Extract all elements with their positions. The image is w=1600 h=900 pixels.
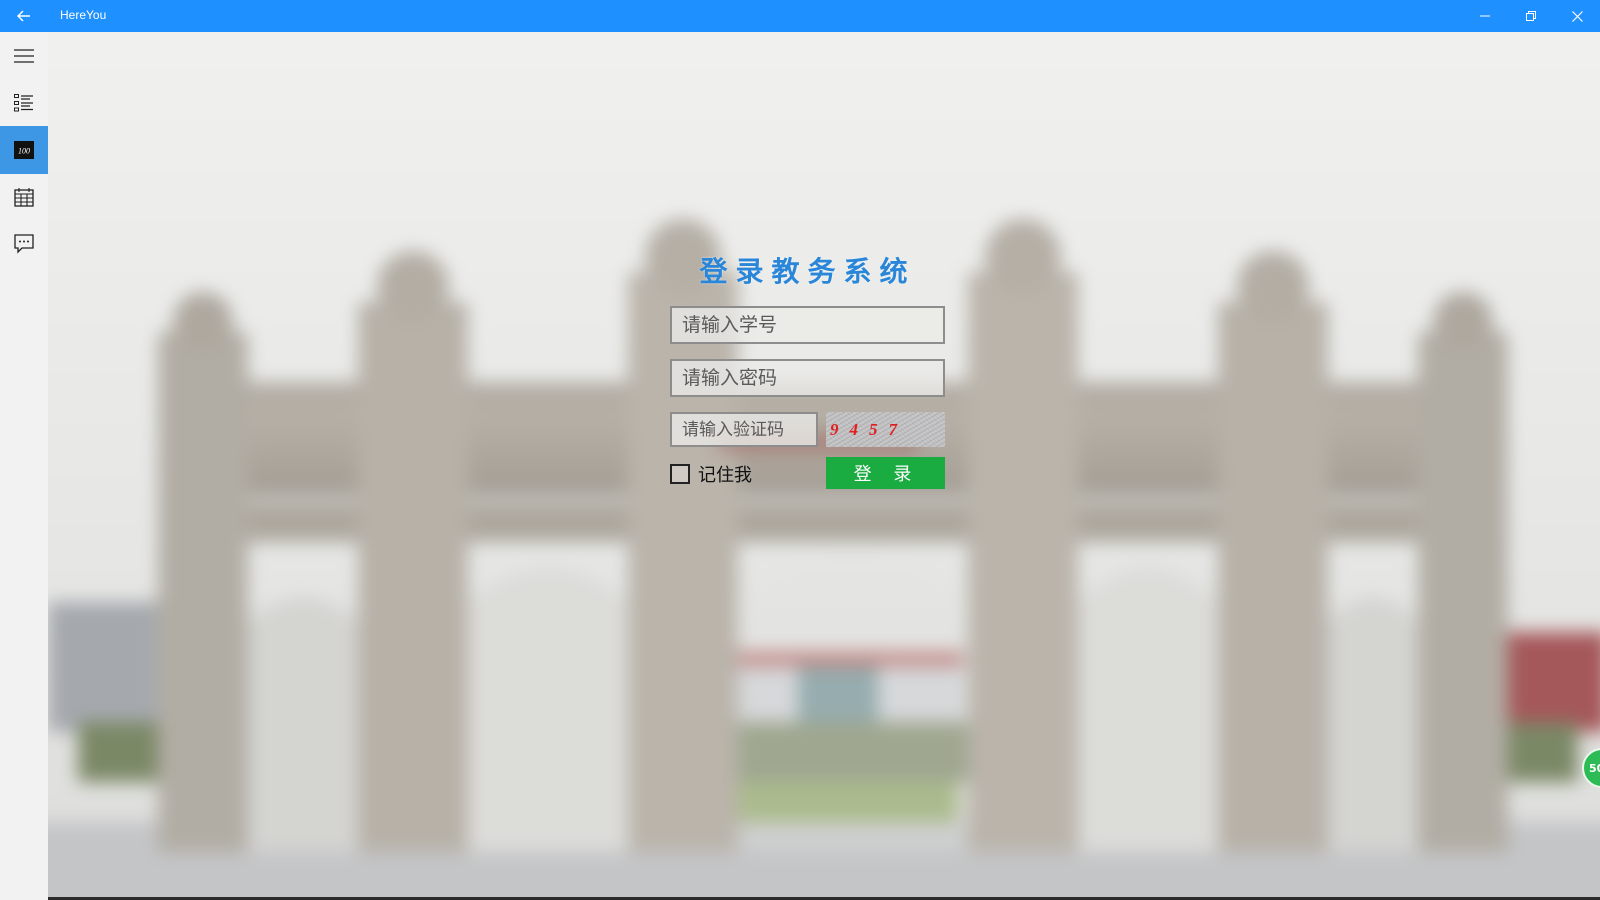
restore-icon bbox=[1526, 11, 1536, 21]
nav-item-messages[interactable] bbox=[0, 220, 48, 268]
background-image bbox=[48, 32, 1600, 900]
nav-sidebar: 100 bbox=[0, 32, 48, 900]
arrow-left-icon bbox=[17, 10, 30, 22]
hamburger-icon bbox=[14, 49, 34, 63]
password-input[interactable] bbox=[670, 359, 945, 397]
score-100-icon: 100 bbox=[14, 141, 34, 159]
restore-button[interactable] bbox=[1508, 0, 1554, 32]
nav-item-calendar[interactable] bbox=[0, 173, 48, 221]
remember-me-label: 记住我 bbox=[698, 465, 752, 486]
captcha-input[interactable] bbox=[670, 412, 818, 447]
back-button[interactable] bbox=[10, 4, 38, 28]
floating-badge-text: 50 bbox=[1589, 761, 1600, 775]
captcha-image[interactable]: 9457 bbox=[826, 412, 945, 447]
hamburger-menu-button[interactable] bbox=[0, 32, 48, 80]
calendar-icon bbox=[14, 188, 34, 207]
checklist-icon bbox=[14, 94, 33, 112]
minimize-button[interactable] bbox=[1462, 0, 1508, 32]
title-bar: HereYou bbox=[0, 0, 1600, 32]
svg-text:100: 100 bbox=[18, 147, 30, 156]
student-id-input[interactable] bbox=[670, 306, 945, 344]
remember-me-checkbox[interactable]: 记住我 bbox=[670, 462, 752, 486]
checkbox-box[interactable] bbox=[670, 464, 690, 484]
chat-icon bbox=[14, 234, 34, 254]
captcha-code: 9457 bbox=[830, 419, 908, 439]
nav-item-grades[interactable]: 100 bbox=[0, 126, 48, 174]
nav-item-list[interactable] bbox=[0, 79, 48, 127]
window-title: HereYou bbox=[60, 8, 107, 22]
close-icon bbox=[1571, 10, 1583, 22]
login-title: 登录教务系统 bbox=[699, 255, 916, 288]
close-button[interactable] bbox=[1554, 0, 1600, 32]
minimize-icon bbox=[1480, 15, 1490, 17]
login-button[interactable]: 登 录 bbox=[826, 457, 945, 489]
